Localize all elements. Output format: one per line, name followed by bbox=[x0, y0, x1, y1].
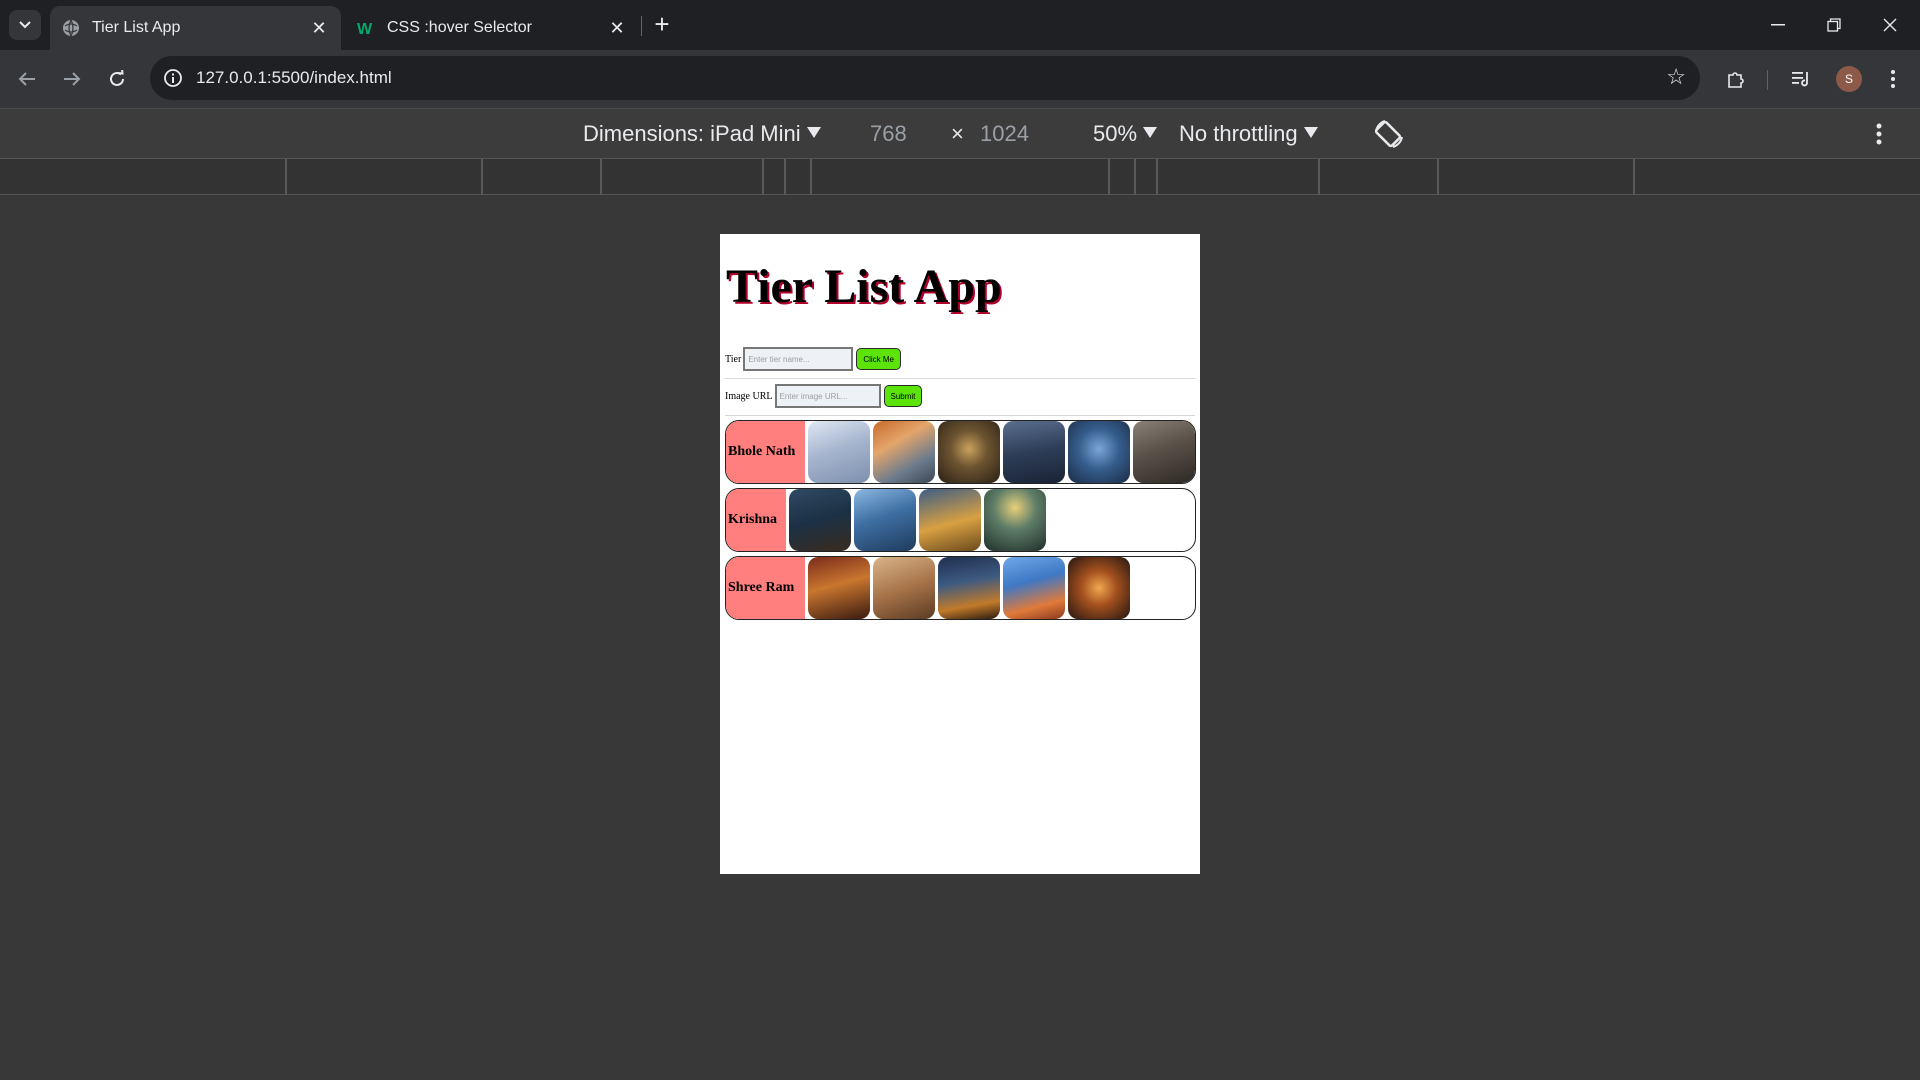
bookmark-star-icon[interactable]: ☆ bbox=[1666, 66, 1686, 88]
ruler-tick bbox=[1437, 159, 1439, 195]
image-url-input[interactable] bbox=[774, 384, 881, 408]
ruler-tick bbox=[1318, 159, 1320, 195]
rotate-icon[interactable] bbox=[1372, 117, 1406, 151]
profile-avatar[interactable]: S bbox=[1836, 66, 1862, 92]
ruler-tick bbox=[285, 159, 287, 195]
w3schools-icon: W bbox=[357, 19, 375, 37]
page-title: Tier List App bbox=[726, 260, 1002, 313]
tier-row: Bhole Nath bbox=[725, 420, 1196, 484]
dropdown-caret-icon bbox=[1303, 127, 1318, 138]
tier-row-label: Krishna bbox=[726, 489, 786, 551]
throttling-select[interactable]: No throttling bbox=[1179, 121, 1318, 147]
restore-icon[interactable] bbox=[1806, 0, 1862, 50]
reload-icon[interactable] bbox=[100, 62, 134, 96]
image-url-label: Image URL bbox=[725, 390, 773, 402]
tab-title: CSS :hover Selector bbox=[387, 19, 532, 36]
media-query-ruler[interactable] bbox=[0, 158, 1920, 195]
minimize-icon[interactable] bbox=[1750, 0, 1806, 50]
ruler-tick bbox=[600, 159, 602, 195]
ruler-tick bbox=[481, 159, 483, 195]
ruler-tick bbox=[784, 159, 786, 195]
divider bbox=[725, 378, 1195, 379]
tier-row-label: Bhole Nath bbox=[726, 421, 805, 483]
ruler-tick bbox=[762, 159, 764, 195]
tier-form: Tier Click Me bbox=[725, 346, 901, 372]
tier-image[interactable] bbox=[1003, 557, 1065, 619]
times-symbol: × bbox=[951, 121, 964, 146]
toolbar-separator bbox=[1767, 70, 1768, 90]
tier-image[interactable] bbox=[1003, 421, 1065, 483]
device-more-icon[interactable] bbox=[1876, 123, 1884, 145]
ruler-tick bbox=[810, 159, 812, 195]
zoom-label: 50% bbox=[1093, 121, 1138, 146]
tab-title: Tier List App bbox=[92, 19, 181, 36]
close-tab-icon[interactable]: ✕ bbox=[309, 18, 329, 38]
tier-row-label: Shree Ram bbox=[726, 557, 805, 619]
close-window-icon[interactable] bbox=[1862, 0, 1918, 50]
tier-image[interactable] bbox=[873, 421, 935, 483]
tier-image[interactable] bbox=[919, 489, 981, 551]
back-icon[interactable] bbox=[10, 62, 44, 96]
device-select[interactable]: Dimensions: iPad Mini bbox=[583, 121, 821, 147]
new-tab-button[interactable]: + bbox=[649, 11, 675, 38]
forward-icon[interactable] bbox=[55, 62, 89, 96]
tab-separator bbox=[641, 16, 642, 36]
tier-image[interactable] bbox=[938, 557, 1000, 619]
tier-name-input[interactable] bbox=[743, 347, 854, 371]
zoom-select[interactable]: 50% bbox=[1093, 121, 1158, 147]
click-me-button[interactable]: Click Me bbox=[856, 348, 901, 370]
image-form: Image URL Submit bbox=[725, 383, 923, 409]
dropdown-caret-icon bbox=[1143, 127, 1158, 138]
url-text[interactable]: 127.0.0.1:5500/index.html bbox=[196, 67, 392, 89]
tier-image[interactable] bbox=[1068, 421, 1130, 483]
tab-search-button[interactable] bbox=[9, 10, 41, 40]
tab-tier-list-app[interactable]: Tier List App ✕ bbox=[50, 6, 341, 50]
tier-image[interactable] bbox=[789, 489, 851, 551]
device-dimensions-label: Dimensions: iPad Mini bbox=[583, 121, 801, 146]
dropdown-caret-icon bbox=[806, 127, 821, 138]
tier-image[interactable] bbox=[1133, 421, 1195, 483]
device-height-input[interactable]: 1024 bbox=[980, 121, 1029, 147]
device-toolbar: Dimensions: iPad Mini 768 × 1024 50% No … bbox=[0, 108, 1920, 159]
address-bar[interactable]: 127.0.0.1:5500/index.html ☆ bbox=[150, 56, 1700, 100]
ruler-tick bbox=[1156, 159, 1158, 195]
globe-icon bbox=[62, 19, 80, 37]
divider bbox=[725, 415, 1195, 416]
device-viewport: Tier List App Tier Click Me Image URL Su… bbox=[720, 234, 1200, 874]
tier-image[interactable] bbox=[854, 489, 916, 551]
throttling-label: No throttling bbox=[1179, 121, 1298, 146]
svg-text:W: W bbox=[357, 21, 373, 37]
tier-row: Shree Ram bbox=[725, 556, 1196, 620]
tier-image[interactable] bbox=[938, 421, 1000, 483]
tab-css-hover[interactable]: W CSS :hover Selector ✕ bbox=[345, 6, 639, 50]
tier-image[interactable] bbox=[873, 557, 935, 619]
tier-label: Tier bbox=[725, 353, 742, 365]
tier-image[interactable] bbox=[808, 557, 870, 619]
tier-row: Krishna bbox=[725, 488, 1196, 552]
submit-button[interactable]: Submit bbox=[883, 385, 923, 407]
ruler-tick bbox=[1134, 159, 1136, 195]
media-controls-icon[interactable] bbox=[1784, 62, 1818, 96]
close-tab-icon[interactable]: ✕ bbox=[607, 18, 627, 38]
site-info-icon[interactable] bbox=[162, 67, 184, 89]
device-width-input[interactable]: 768 bbox=[870, 121, 907, 147]
ruler-tick bbox=[1108, 159, 1110, 195]
more-menu-icon[interactable] bbox=[1876, 62, 1910, 96]
tab-strip: Tier List App ✕ W CSS :hover Selector ✕ … bbox=[0, 0, 1920, 50]
tier-image[interactable] bbox=[984, 489, 1046, 551]
ruler-tick bbox=[1633, 159, 1635, 195]
extensions-icon[interactable] bbox=[1719, 62, 1753, 96]
tier-image[interactable] bbox=[1068, 557, 1130, 619]
browser-toolbar: 127.0.0.1:5500/index.html ☆ S bbox=[0, 50, 1920, 108]
tier-image[interactable] bbox=[808, 421, 870, 483]
